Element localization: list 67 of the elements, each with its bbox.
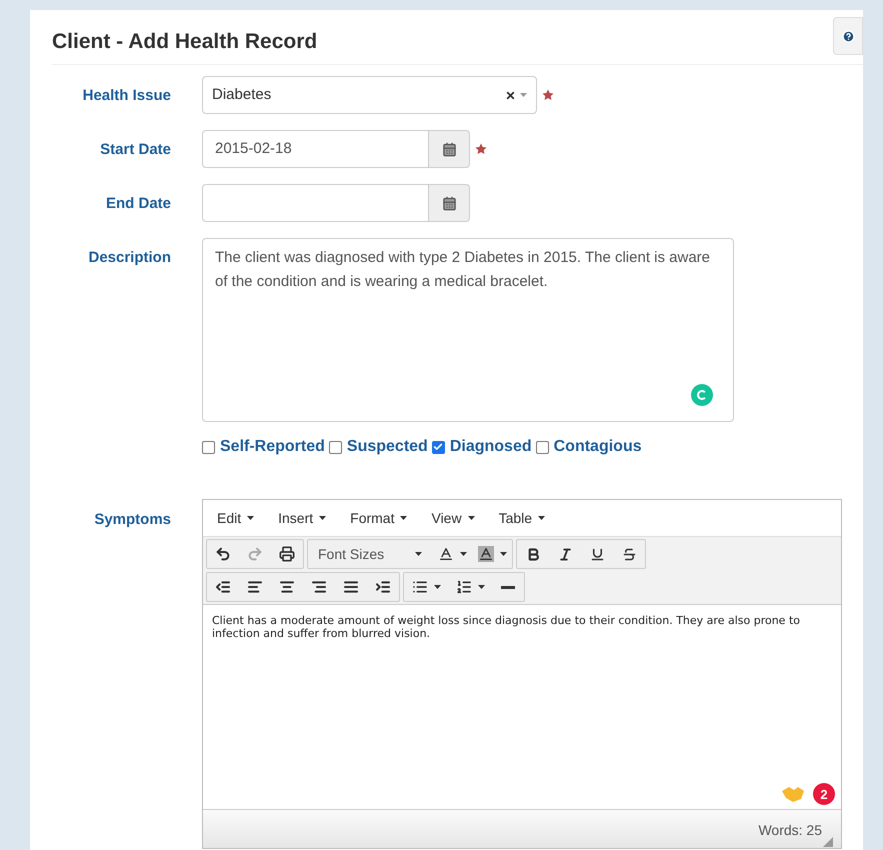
calendar-icon [442,196,456,210]
editor-content-field[interactable]: Client has a moderate amount of weight loss since diagnosis due to their condition. They are also prone to infection and suffer from blurred vision. 2 [203,605,841,809]
resize-handle-icon[interactable] [823,837,833,847]
caret-icon [247,516,254,520]
field-label: Health Issue [82,86,171,106]
caret-icon [520,93,527,97]
caret-icon [319,516,326,520]
bullet-list-icon [412,579,428,595]
redo-icon [247,546,263,562]
help-button[interactable] [833,17,863,55]
caret-icon [434,585,440,589]
grammar-icon [691,384,713,406]
editor-text: Client has a moderate amount of weight loss since diagnosis due to their condition. They are also prone to infection and suffer from blurred vision. [212,614,801,640]
field-label: Start Date [100,140,171,160]
checkbox[interactable] [202,440,215,454]
justify-icon [343,579,359,595]
text-color-icon [438,546,454,562]
checkbox[interactable] [432,440,445,454]
numbered-list-icon [456,579,472,595]
underline-icon [590,546,604,562]
menu-button[interactable]: Insert [272,508,332,528]
caret-icon [460,552,466,556]
date-field[interactable]: 2015-02-18 [202,130,429,168]
highlight-color-icon [478,546,494,562]
page-title: Client - Add Health Record [52,29,318,55]
caret-icon [400,516,408,520]
printer-icon [279,546,295,562]
checkbox[interactable] [536,440,549,454]
help-icon [842,30,854,42]
alert-count-badge: 2 [813,783,835,805]
menu-button[interactable]: Format [344,508,414,528]
caret-icon [500,552,506,556]
caret-icon [468,516,475,520]
caret-icon [478,585,484,589]
menu-button[interactable]: Edit [211,508,260,528]
align-left-icon [247,579,263,595]
field-label: Description [88,248,171,268]
clear-icon[interactable] [505,90,516,100]
description-field[interactable]: The client was diagnosed with type 2 Diabetes in 2015. The client is aware of the condition and is wearing a medical bracelet. [202,238,734,422]
indent-icon [375,579,391,595]
undo-icon [215,546,231,562]
word-count: Words: 25 [758,820,822,840]
date-field[interactable] [202,184,429,222]
align-right-icon [311,579,327,595]
bold-icon [526,546,540,562]
checkbox-label[interactable]: Self-Reported [220,435,325,459]
outdent-icon [215,579,231,595]
checkbox[interactable] [328,440,342,454]
italic-icon [558,546,572,562]
field-label: End Date [106,194,171,214]
check-icon [433,442,444,452]
calendar-icon [442,142,456,156]
font-size-dropdown[interactable]: Font Sizes [308,540,432,568]
align-center-icon [279,579,295,595]
checkbox-label[interactable]: Contagious [554,435,642,459]
field-label: Symptoms [94,510,171,530]
checkbox-label[interactable]: Diagnosed [450,435,532,459]
caret-icon [415,552,422,556]
strikethrough-icon [622,546,636,562]
calendar-button[interactable] [429,184,470,222]
caret-icon [538,516,546,520]
health-issue-select[interactable]: Diabetes [202,76,537,114]
select-value: Diabetes [212,84,272,105]
menu-button[interactable]: Table [492,508,552,528]
checkbox-label[interactable]: Suspected [346,435,428,459]
calendar-button[interactable] [429,130,470,168]
menu-button[interactable]: View [425,508,481,528]
